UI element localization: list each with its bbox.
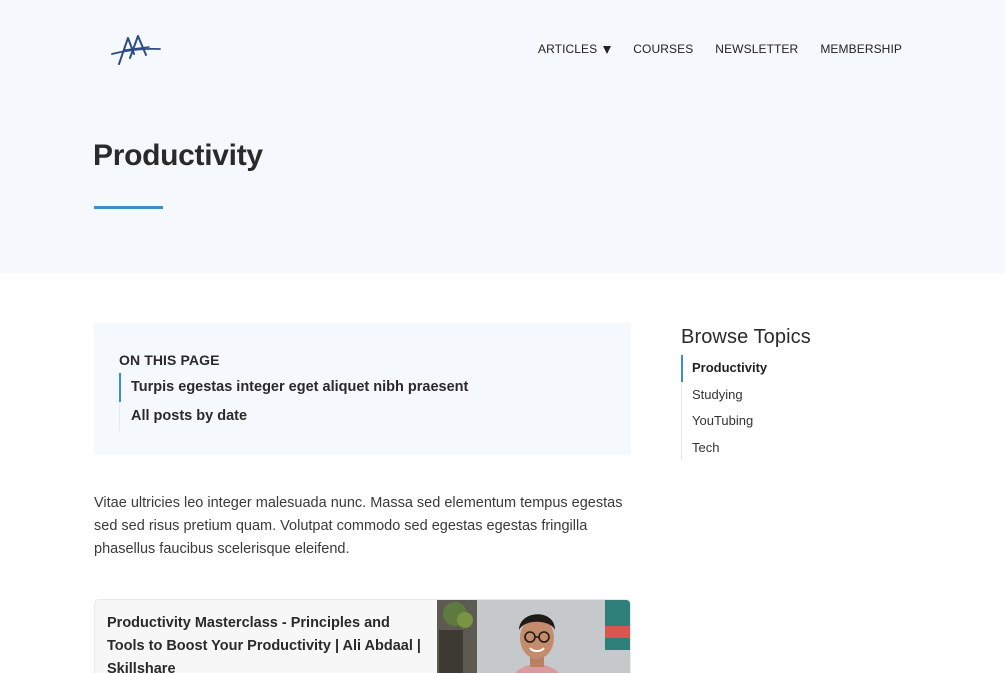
intro-paragraph: Vitae ultricies leo integer malesuada nu… (94, 495, 623, 557)
browse-topics-sidebar: Browse Topics Productivity Studying YouT… (681, 326, 911, 461)
toc-item-turpis[interactable]: Turpis egestas integer eget aliquet nibh… (119, 373, 599, 402)
topic-tech[interactable]: Tech (682, 435, 911, 462)
toc-list: Turpis egestas integer eget aliquet nibh… (119, 373, 599, 431)
hero-header: ARTICLES COURSES NEWSLETTER MEMBERSHIP P… (0, 0, 1005, 273)
nav-membership[interactable]: MEMBERSHIP (820, 42, 902, 56)
on-this-page-box: ON THIS PAGE Turpis egestas integer eget… (94, 323, 631, 455)
topic-youtubing[interactable]: YouTubing (682, 408, 911, 435)
topic-studying[interactable]: Studying (682, 382, 911, 409)
toc-item-all-posts[interactable]: All posts by date (119, 402, 599, 431)
sidebar-heading: Browse Topics (681, 326, 811, 348)
card-thumbnail (437, 600, 630, 673)
nav-articles-label: ARTICLES (537, 42, 598, 56)
topic-productivity[interactable]: Productivity (681, 355, 911, 382)
main-nav: ARTICLES COURSES NEWSLETTER MEMBERSHIP (538, 42, 902, 56)
card-title: Productivity Masterclass - Principles an… (107, 615, 421, 673)
title-underline (94, 206, 163, 209)
course-card[interactable]: Productivity Masterclass - Principles an… (94, 599, 631, 673)
site-logo[interactable] (108, 28, 164, 70)
page-title: Productivity (93, 139, 263, 172)
nav-courses[interactable]: COURSES (633, 42, 693, 56)
person-thumbnail-image (437, 600, 630, 673)
nav-articles[interactable]: ARTICLES (537, 42, 612, 56)
topics-list: Productivity Studying YouTubing Tech (681, 355, 911, 461)
caret-down-icon (603, 45, 612, 54)
signature-logo-icon (111, 35, 161, 65)
nav-newsletter[interactable]: NEWSLETTER (715, 42, 798, 56)
toc-heading: ON THIS PAGE (119, 352, 220, 368)
